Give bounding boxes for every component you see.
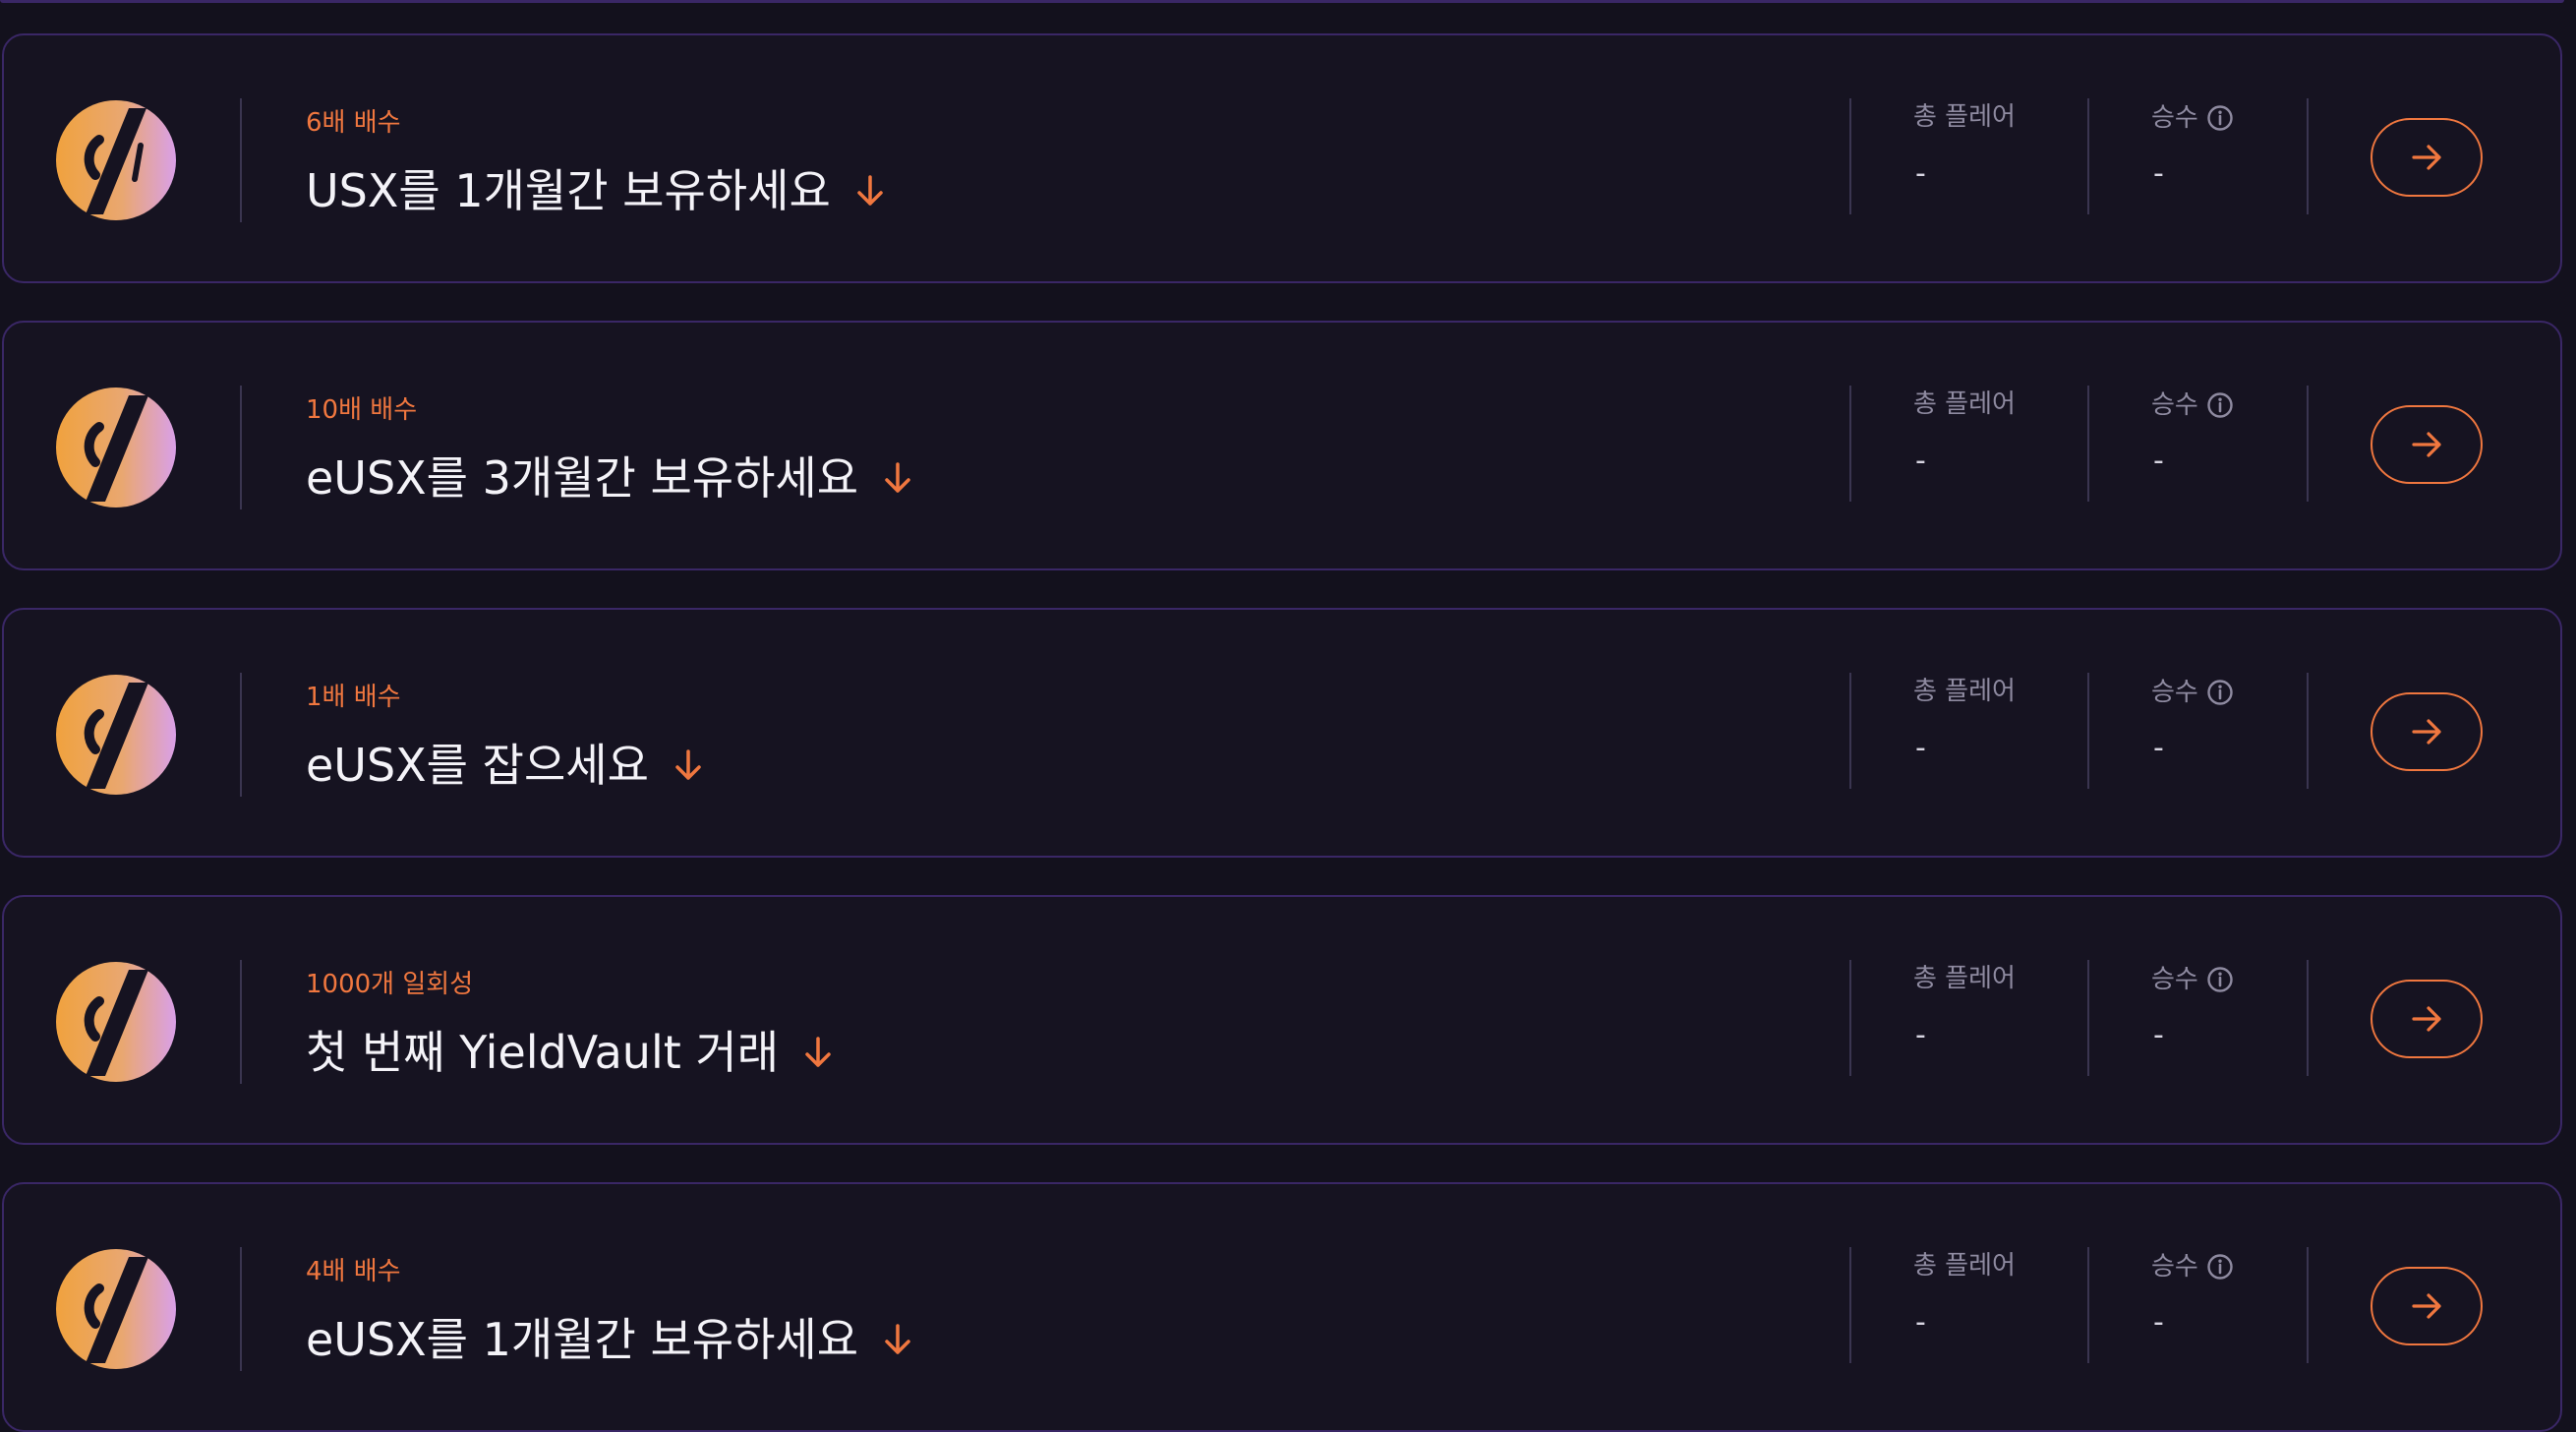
- arrow-down-icon[interactable]: [880, 1322, 915, 1357]
- total-players-label: 총 플레어: [1913, 964, 2016, 993]
- wins-label: 승수: [2151, 103, 2198, 133]
- quest-title-row[interactable]: 첫 번째 YieldVault 거래: [306, 1021, 836, 1084]
- quest-title: eUSX를 3개월간 보유하세요: [306, 451, 859, 505]
- wins-label-group: 승수: [2151, 391, 2234, 419]
- go-button[interactable]: [2371, 118, 2483, 197]
- divider: [2307, 386, 2309, 502]
- divider: [1849, 1247, 1851, 1363]
- wins-label: 승수: [2151, 965, 2198, 994]
- arrow-right-icon: [2412, 432, 2441, 457]
- divider: [2087, 98, 2089, 214]
- info-icon[interactable]: [2206, 679, 2234, 706]
- arrow-right-icon: [2412, 145, 2441, 170]
- eusx-logo-icon: [56, 388, 176, 507]
- arrow-down-icon[interactable]: [671, 747, 706, 783]
- wins-label-group: 승수: [2151, 1253, 2234, 1281]
- wins-label-group: 승수: [2151, 966, 2234, 993]
- quest-card: 1000개 일회성 첫 번째 YieldVault 거래 총 플레어 - 승수 …: [2, 895, 2562, 1145]
- divider: [2307, 98, 2309, 214]
- divider: [240, 960, 242, 1084]
- info-icon[interactable]: [2206, 391, 2234, 419]
- arrow-down-icon[interactable]: [800, 1035, 836, 1070]
- arrow-right-icon: [2412, 719, 2441, 745]
- total-players-label: 총 플레어: [1913, 677, 2016, 706]
- divider: [1849, 960, 1851, 1076]
- quest-title-row[interactable]: USX를 1개월간 보유하세요: [306, 159, 888, 222]
- arrow-down-icon[interactable]: [852, 173, 888, 209]
- wins-label: 승수: [2151, 1252, 2198, 1282]
- total-players-value: -: [1915, 731, 1926, 765]
- info-icon[interactable]: [2206, 104, 2234, 132]
- eusx-logo-icon: [56, 1249, 176, 1369]
- multiplier-badge: 1배 배수: [306, 683, 401, 712]
- quest-title: eUSX를 1개월간 보유하세요: [306, 1313, 859, 1366]
- divider: [2087, 386, 2089, 502]
- arrow-right-icon: [2412, 1293, 2441, 1319]
- wins-value: -: [2153, 731, 2164, 765]
- quest-title-row[interactable]: eUSX를 1개월간 보유하세요: [306, 1308, 915, 1371]
- go-button[interactable]: [2371, 1267, 2483, 1345]
- eusx-logo-icon: [56, 675, 176, 795]
- quest-title-row[interactable]: eUSX를 3개월간 보유하세요: [306, 447, 915, 509]
- total-players-value: -: [1915, 156, 1926, 191]
- divider: [2087, 1247, 2089, 1363]
- wins-label: 승수: [2151, 678, 2198, 707]
- wins-value: -: [2153, 1018, 2164, 1052]
- total-players-value: -: [1915, 1018, 1926, 1052]
- divider: [2307, 960, 2309, 1076]
- wins-label: 승수: [2151, 390, 2198, 420]
- wins-label-group: 승수: [2151, 679, 2234, 706]
- info-icon[interactable]: [2206, 966, 2234, 993]
- quest-card: 1배 배수 eUSX를 잡으세요 총 플레어 - 승수 -: [2, 608, 2562, 858]
- divider: [1849, 98, 1851, 214]
- multiplier-badge: 4배 배수: [306, 1257, 401, 1286]
- total-players-value: -: [1915, 1305, 1926, 1340]
- divider: [240, 386, 242, 509]
- wins-value: -: [2153, 1305, 2164, 1340]
- wins-label-group: 승수: [2151, 104, 2234, 132]
- quest-title: 첫 번째 YieldVault 거래: [306, 1026, 780, 1079]
- go-button[interactable]: [2371, 692, 2483, 771]
- multiplier-badge: 10배 배수: [306, 395, 418, 425]
- divider: [2087, 960, 2089, 1076]
- divider: [2087, 673, 2089, 789]
- total-players-label: 총 플레어: [1913, 102, 2016, 132]
- arrow-down-icon[interactable]: [880, 460, 915, 496]
- arrow-right-icon: [2412, 1006, 2441, 1032]
- divider: [240, 673, 242, 797]
- divider: [1849, 673, 1851, 789]
- quest-card: 4배 배수 eUSX를 1개월간 보유하세요 총 플레어 - 승수 -: [2, 1182, 2562, 1432]
- quest-list: 6배 배수 USX를 1개월간 보유하세요 총 플레어 - 승수 - 10배 배…: [0, 0, 2576, 1432]
- wins-value: -: [2153, 156, 2164, 191]
- divider: [240, 98, 242, 222]
- divider: [2307, 1247, 2309, 1363]
- info-icon[interactable]: [2206, 1253, 2234, 1281]
- quest-title-row[interactable]: eUSX를 잡으세요: [306, 734, 706, 797]
- multiplier-badge: 6배 배수: [306, 108, 401, 138]
- total-players-label: 총 플레어: [1913, 1251, 2016, 1281]
- wins-value: -: [2153, 444, 2164, 478]
- quest-title: USX를 1개월간 보유하세요: [306, 164, 831, 217]
- quest-card: 6배 배수 USX를 1개월간 보유하세요 총 플레어 - 승수 -: [2, 33, 2562, 283]
- divider: [1849, 386, 1851, 502]
- go-button[interactable]: [2371, 405, 2483, 484]
- go-button[interactable]: [2371, 980, 2483, 1058]
- quest-card: 10배 배수 eUSX를 3개월간 보유하세요 총 플레어 - 승수 -: [2, 321, 2562, 570]
- total-players-label: 총 플레어: [1913, 389, 2016, 419]
- multiplier-badge: 1000개 일회성: [306, 970, 474, 999]
- divider: [240, 1247, 242, 1371]
- divider: [2307, 673, 2309, 789]
- eusx-logo-icon: [56, 962, 176, 1082]
- total-players-value: -: [1915, 444, 1926, 478]
- usx-logo-icon: [56, 100, 176, 220]
- quest-title: eUSX를 잡으세요: [306, 739, 649, 792]
